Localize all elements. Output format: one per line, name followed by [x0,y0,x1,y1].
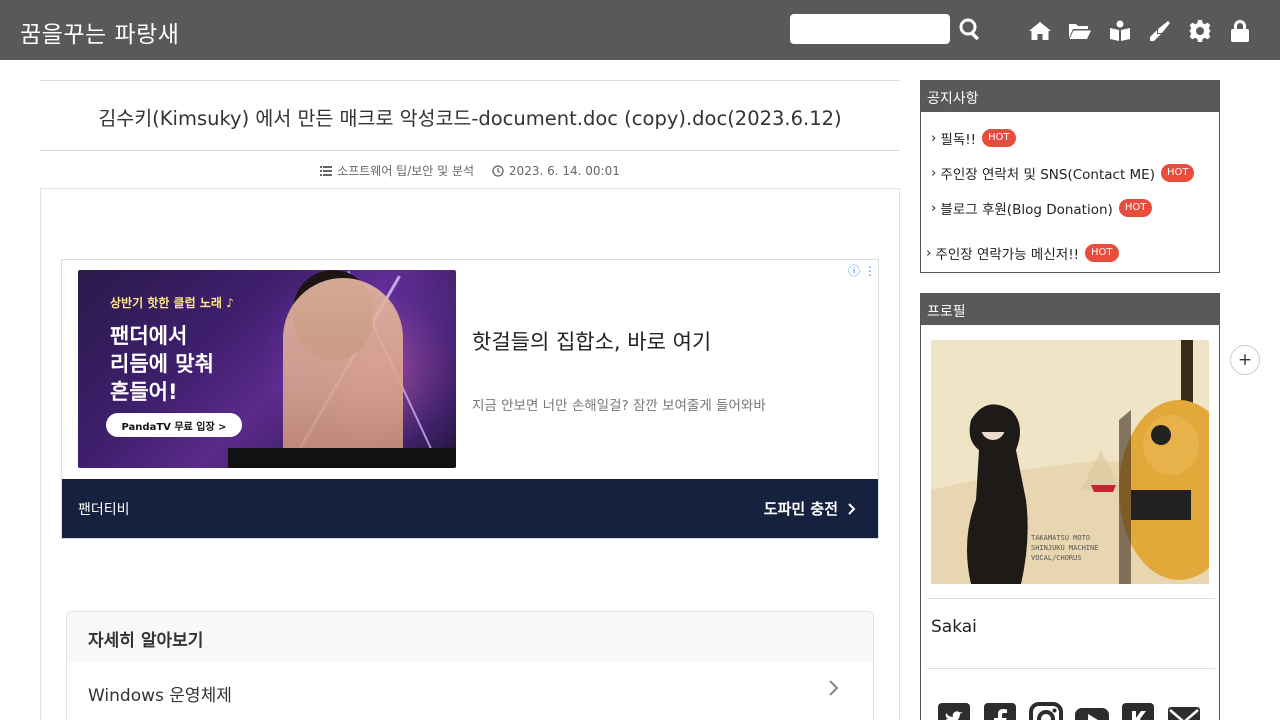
hot-badge: HOT [1160,164,1195,182]
profile-widget: 프로필 TAKAMATSU MOTO SHINJUKU MACHINE VOCA… [920,293,1220,720]
mail-icon[interactable] [1167,702,1201,720]
learn-more-item-label: Windows 운영체제 [88,686,232,706]
chevron-right-icon [848,502,856,515]
learn-more-box: 자세히 알아보기 Windows 운영체제 [66,611,874,720]
ad-banner[interactable]: 상반기 핫한 클럽 노래 ♪ 팬더에서 리듬에 맞춰 흔들어! PandaTV … [61,259,879,539]
ad-info-icon[interactable]: ⓘ ⋮ [848,262,876,279]
chevron-right-icon: › [931,165,937,181]
divider [927,668,1215,669]
notice-item[interactable]: › 필독!! HOT [931,128,1016,148]
divider [40,150,900,151]
chevron-right-icon: › [926,245,932,261]
ad-cta-label: 도파민 충전 [763,500,838,518]
ad-image-line: 리듬에 맞춰 [110,352,214,376]
profile-image[interactable]: TAKAMATSU MOTO SHINJUKU MACHINE VOCAL/CH… [931,340,1209,584]
ad-description[interactable]: 지금 안보면 너만 손해일걸? 잠깐 보여줄게 들어와바 [472,394,766,414]
svg-text:VOCAL/CHORUS: VOCAL/CHORUS [1031,554,1082,562]
site-title[interactable]: 꿈을꾸는 파랑새 [20,15,179,49]
hot-badge: HOT [982,129,1016,147]
hot-badge: HOT [1085,244,1119,262]
hot-badge: HOT [1118,199,1153,217]
notice-item-label[interactable]: 주인장 연락가능 메신저!! [935,243,1079,263]
search-input[interactable] [790,14,950,44]
learn-more-item[interactable]: Windows 운영체제 [67,662,873,720]
post-category[interactable]: 소프트웨어 팁/보안 및 분석 [337,162,474,179]
instagram-icon[interactable] [1029,702,1063,720]
home-icon[interactable] [1027,18,1053,44]
notice-item-label[interactable]: 필독!! [940,128,976,148]
ad-image-pill: PandaTV 무료 입장 > [106,413,242,437]
ad-image[interactable]: 상반기 핫한 클럽 노래 ♪ 팬더에서 리듬에 맞춰 흔들어! PandaTV … [78,270,456,468]
list-icon [320,165,333,176]
plus-button[interactable]: + [1230,345,1260,375]
notice-item[interactable]: › 주인장 연락처 및 SNS(Contact ME) HOT [931,163,1195,183]
guestbook-icon[interactable] [1107,18,1133,44]
divider [927,598,1215,599]
folder-open-icon[interactable] [1067,18,1093,44]
notice-item[interactable]: › 블로그 후원(Blog Donation) HOT [931,198,1153,218]
notice-item-label[interactable]: 주인장 연락처 및 SNS(Contact ME) [940,163,1155,183]
ad-image-headline: 팬더에서 리듬에 맞춰 흔들어! [110,322,260,406]
post-title: 김수키(Kimsuky) 에서 만든 매크로 악성코드-document.doc… [98,107,842,130]
gear-icon[interactable] [1187,18,1213,44]
post-date-wrap: 2023. 6. 14. 00:01 [492,164,620,178]
learn-more-title: 자세히 알아보기 [67,612,873,662]
facebook-icon[interactable] [983,702,1017,720]
ad-image-caption: 상반기 핫한 클럽 노래 ♪ [110,296,234,310]
notice-item-label[interactable]: 블로그 후원(Blog Donation) [940,198,1112,218]
profile-name: Sakai [931,617,977,637]
chevron-right-icon: › [931,200,937,216]
lock-icon[interactable] [1227,18,1253,44]
post-date: 2023. 6. 14. 00:01 [508,163,620,178]
post-meta: 소프트웨어 팁/보안 및 분석 2023. 6. 14. 00:01 [40,162,900,180]
post-category-link[interactable]: 소프트웨어 팁/보안 및 분석 [320,162,474,179]
kakao-icon[interactable] [1121,702,1155,720]
ad-image-line: 흔들어! [110,380,178,404]
svg-text:SHINJUKU MACHINE: SHINJUKU MACHINE [1031,544,1098,552]
notice-title: 공지사항 [921,81,1219,112]
youtube-icon[interactable] [1075,702,1109,720]
divider [40,80,900,81]
top-header-bar: 꿈을꾸는 파랑새 [0,0,1280,60]
chevron-right-icon [829,680,839,696]
write-icon[interactable] [1147,18,1173,44]
search-icon[interactable] [957,16,983,42]
profile-title: 프로필 [921,294,1219,325]
ad-headline[interactable]: 핫걸들의 집합소, 바로 여기 [472,326,711,356]
svg-text:TAKAMATSU MOTO: TAKAMATSU MOTO [1031,534,1090,542]
ad-image-line: 팬더에서 [110,324,188,348]
chevron-right-icon: › [931,130,937,146]
ad-brand[interactable]: 팬더티비 [78,499,130,519]
notice-widget: 공지사항 › 필독!! HOT › 주인장 연락처 및 SNS(Contact … [920,80,1220,273]
clock-icon [492,164,504,177]
twitter-icon[interactable] [937,702,971,720]
ad-footer[interactable]: 팬더티비 도파민 충전 [62,479,878,538]
ad-cta-button[interactable]: 도파민 충전 [764,498,858,519]
notice-item[interactable]: › 주인장 연락가능 메신저!! HOT [926,243,1119,263]
